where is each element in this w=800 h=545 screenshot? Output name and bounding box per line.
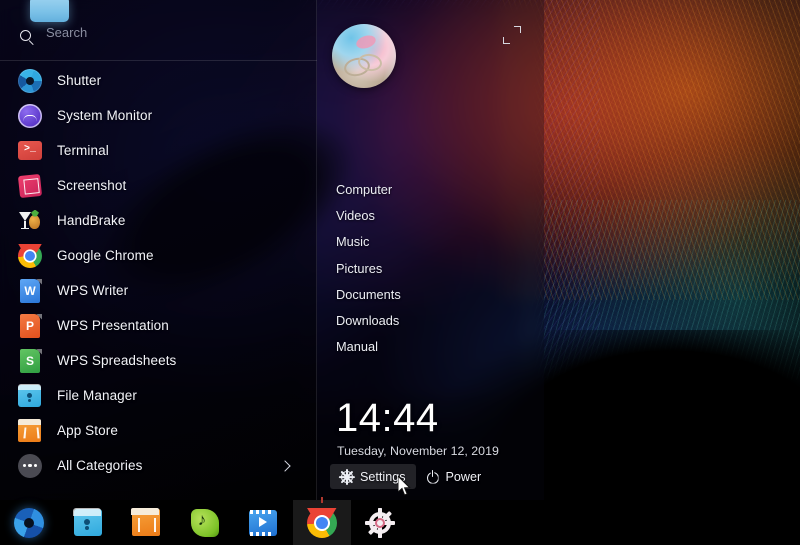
- terminal-icon: >_: [18, 139, 42, 163]
- launcher-panel: Shutter System Monitor >_ Terminal Scree…: [0, 0, 544, 500]
- dock-item-launcher[interactable]: [0, 500, 59, 545]
- app-label: System Monitor: [57, 108, 152, 123]
- app-label: HandBrake: [57, 213, 125, 228]
- desktop-screen: Shutter System Monitor >_ Terminal Scree…: [0, 0, 800, 545]
- app-item-wps-writer[interactable]: W WPS Writer: [0, 273, 317, 308]
- app-label: Shutter: [57, 73, 101, 88]
- app-item-file-manager[interactable]: File Manager: [0, 378, 317, 413]
- clock-date: Tuesday, November 12, 2019: [337, 444, 499, 458]
- app-label: App Store: [57, 423, 118, 438]
- shortcut-computer[interactable]: Computer: [318, 176, 544, 202]
- shutter-icon: [18, 69, 42, 93]
- deepin-launcher-icon: [14, 508, 44, 538]
- app-item-handbrake[interactable]: HandBrake: [0, 203, 317, 238]
- wps-spreadsheets-icon: S: [18, 349, 42, 373]
- app-item-system-monitor[interactable]: System Monitor: [0, 98, 317, 133]
- action-row: Settings Power: [330, 464, 491, 489]
- app-item-shutter[interactable]: Shutter: [0, 63, 317, 98]
- dock-item-chrome[interactable]: [293, 500, 352, 545]
- app-label: File Manager: [57, 388, 137, 403]
- app-item-app-store[interactable]: App Store: [0, 413, 317, 448]
- app-item-terminal[interactable]: >_ Terminal: [0, 133, 317, 168]
- dock-item-settings[interactable]: [351, 500, 410, 545]
- power-icon: [426, 470, 440, 484]
- shortcut-manual[interactable]: Manual: [318, 334, 544, 360]
- settings-gear-icon: [365, 508, 395, 538]
- app-store-icon: [18, 419, 42, 443]
- app-label: Google Chrome: [57, 248, 154, 263]
- expand-icon[interactable]: [503, 26, 521, 44]
- dock-item-file-manager[interactable]: [59, 500, 118, 545]
- shortcut-videos[interactable]: Videos: [318, 202, 544, 228]
- wps-presentation-icon: P: [18, 314, 42, 338]
- power-button-label: Power: [446, 470, 482, 484]
- power-button[interactable]: Power: [416, 464, 492, 489]
- settings-button[interactable]: Settings: [330, 464, 416, 489]
- app-label: All Categories: [57, 458, 142, 473]
- shortcut-documents[interactable]: Documents: [318, 281, 544, 307]
- launcher-app-column: Shutter System Monitor >_ Terminal Scree…: [0, 0, 317, 500]
- avatar[interactable]: [332, 24, 396, 88]
- search-input[interactable]: [46, 20, 296, 44]
- chevron-right-icon: [279, 460, 290, 471]
- system-monitor-icon: [18, 104, 42, 128]
- all-categories-icon: [18, 454, 42, 478]
- gear-icon: [340, 470, 354, 484]
- dock-item-music[interactable]: [176, 500, 235, 545]
- shortcut-downloads[interactable]: Downloads: [318, 307, 544, 333]
- app-label: WPS Writer: [57, 283, 128, 298]
- screenshot-icon: [18, 174, 42, 198]
- shortcut-pictures[interactable]: Pictures: [318, 255, 544, 281]
- search-icon: [20, 30, 35, 45]
- app-label: Screenshot: [57, 178, 126, 193]
- dock-item-video[interactable]: [234, 500, 293, 545]
- taskbar-dock: [0, 500, 800, 545]
- app-list[interactable]: Shutter System Monitor >_ Terminal Scree…: [0, 63, 317, 498]
- app-item-wps-spreadsheets[interactable]: S WPS Spreadsheets: [0, 343, 317, 378]
- app-label: Terminal: [57, 143, 109, 158]
- dock-item-app-store[interactable]: [117, 500, 176, 545]
- app-item-screenshot[interactable]: Screenshot: [0, 168, 317, 203]
- file-manager-icon: [73, 508, 103, 538]
- chrome-icon: [307, 508, 337, 538]
- video-player-icon: [248, 508, 278, 538]
- wps-writer-icon: W: [18, 279, 42, 303]
- chrome-icon: [18, 244, 42, 268]
- app-item-wps-presentation[interactable]: P WPS Presentation: [0, 308, 317, 343]
- file-manager-icon: [18, 384, 42, 408]
- settings-button-label: Settings: [360, 470, 406, 484]
- top-highlight-chip: [30, 0, 69, 22]
- app-item-google-chrome[interactable]: Google Chrome: [0, 238, 317, 273]
- shortcut-music[interactable]: Music: [318, 229, 544, 255]
- app-store-icon: [131, 508, 161, 538]
- app-item-all-categories[interactable]: All Categories: [0, 448, 317, 483]
- handbrake-icon: [18, 209, 42, 233]
- shortcut-list[interactable]: Computer Videos Music Pictures Documents…: [318, 176, 544, 360]
- launcher-user-column: Computer Videos Music Pictures Documents…: [318, 0, 544, 500]
- app-label: WPS Presentation: [57, 318, 169, 333]
- app-label: WPS Spreadsheets: [57, 353, 176, 368]
- clock-time: 14:44: [336, 398, 439, 438]
- music-player-icon: [190, 508, 220, 538]
